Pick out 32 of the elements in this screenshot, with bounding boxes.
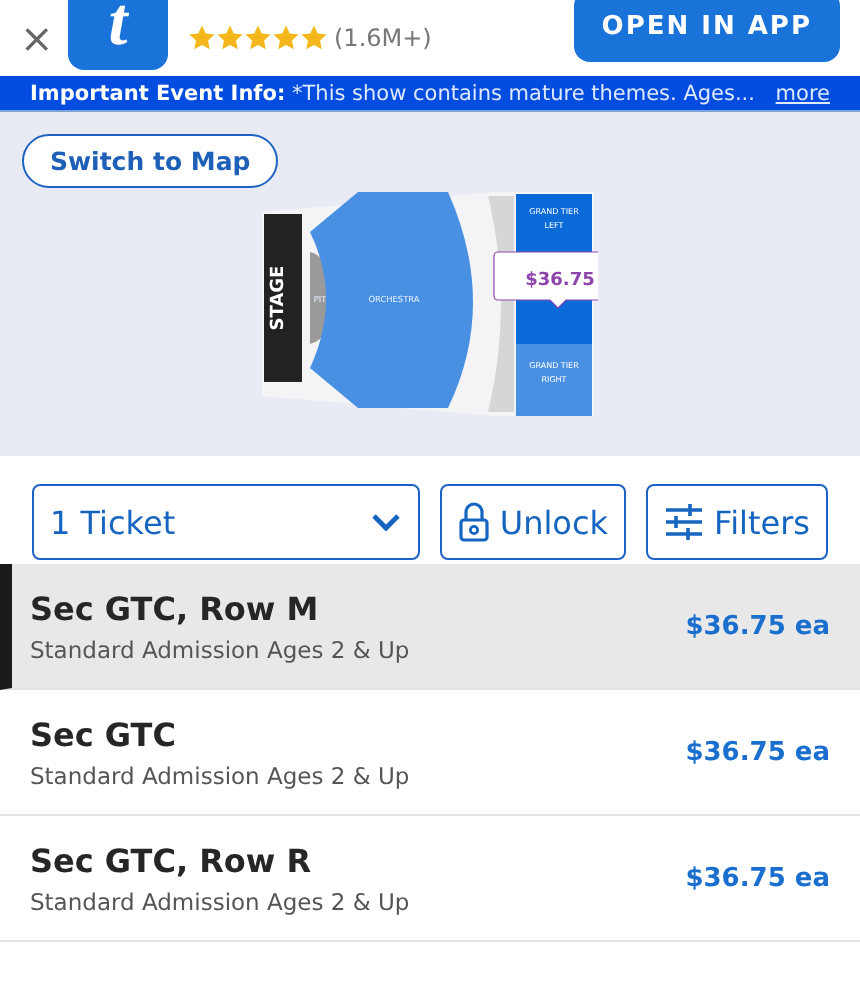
listing-price: $36.75 ea xyxy=(685,863,830,893)
listing-row[interactable]: Sec GTC, Row M Standard Admission Ages 2 & Up $36.75 ea xyxy=(0,564,860,690)
sliders-icon xyxy=(664,504,705,540)
star-icon xyxy=(300,24,328,52)
star-icon xyxy=(244,24,272,52)
switch-to-map-button[interactable]: Switch to Map xyxy=(22,134,279,188)
listing-row[interactable]: Sec GTC, Row R Standard Admission Ages 2 & Up $36.75 ea xyxy=(0,816,860,942)
unlock-button[interactable]: Unlock xyxy=(439,484,627,560)
review-count: (1.6M+) xyxy=(334,24,432,52)
app-logo: t xyxy=(68,0,168,70)
listing-title: Sec GTC, Row M xyxy=(30,589,321,627)
lock-icon xyxy=(457,502,490,542)
star-icon xyxy=(188,24,216,52)
star-icon xyxy=(272,24,300,52)
listing-title: Sec GTC, Row R xyxy=(30,841,314,879)
ticket-quantity-dropdown[interactable]: 1 Ticket xyxy=(32,484,420,560)
star-icon xyxy=(216,24,244,52)
listing-subtitle: Standard Admission Ages 2 & Up xyxy=(30,887,410,915)
info-text: Important Event Info: *This show contains mature themes. Ages... xyxy=(30,81,755,105)
listing-title: Sec GTC xyxy=(30,715,178,753)
listing-price: $36.75 ea xyxy=(685,737,830,767)
filters-button[interactable]: Filters xyxy=(646,484,828,560)
open-in-app-button[interactable]: OPEN IN APP xyxy=(573,0,840,62)
more-link[interactable]: more xyxy=(775,81,830,105)
chevron-down-icon xyxy=(369,512,402,532)
listing-subtitle: Standard Admission Ages 2 & Up xyxy=(30,761,410,789)
listing-price: $36.75 ea xyxy=(685,611,830,641)
listing-subtitle: Standard Admission Ages 2 & Up xyxy=(30,635,410,663)
stage-section: STAGE xyxy=(264,214,302,382)
close-button[interactable]: × xyxy=(20,14,48,62)
price-tooltip: $36.75 xyxy=(493,251,598,309)
listing-row[interactable]: Sec GTC Standard Admission Ages 2 & Up $36.75 ea xyxy=(0,690,860,816)
